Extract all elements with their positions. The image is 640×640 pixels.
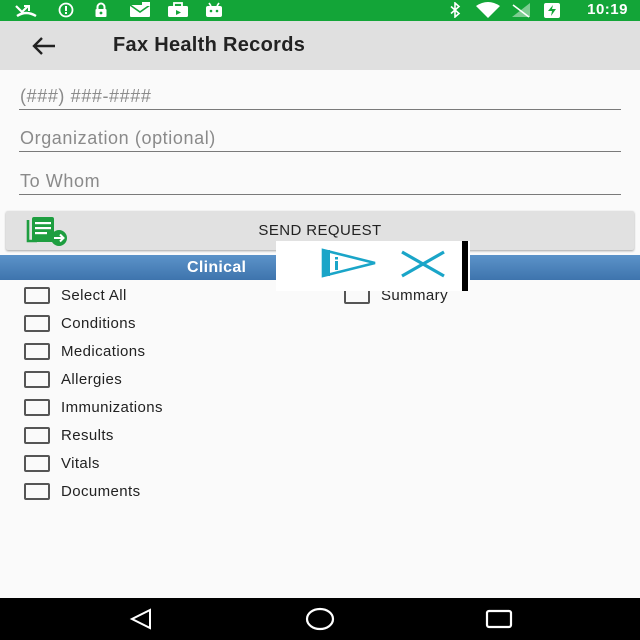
toolbar: Fax Health Records [0,21,640,70]
checkbox-label: Conditions [61,314,136,332]
battery-charging-icon [542,2,562,18]
no-signal-icon [510,2,532,18]
page-title: Fax Health Records [113,34,306,56]
checkbox-vitals[interactable]: Vitals [24,452,100,474]
checkbox-box[interactable] [24,482,50,500]
checkbox-label: Results [61,426,114,444]
checkbox-box[interactable] [24,370,50,388]
checkbox-label: Immunizations [61,398,163,416]
checkbox-allergies[interactable]: Allergies [24,368,122,390]
back-button[interactable] [24,31,64,61]
to-whom-input[interactable] [19,169,621,195]
status-time: 10:19 [587,1,628,18]
lock-icon [92,2,110,18]
checkbox-documents[interactable]: Documents [24,480,140,502]
fax-number-input[interactable] [19,84,621,110]
checkbox-box[interactable] [24,286,50,304]
missed-call-icon [14,2,40,18]
back-arrow-icon [31,36,57,56]
checkbox-label: Select All [61,286,127,304]
checkbox-select-all[interactable]: Select All [24,284,127,306]
wifi-icon [474,2,502,18]
nav-back-button[interactable] [111,604,171,634]
checkbox-label: Documents [61,482,141,500]
status-bar: 10:19 [0,0,640,21]
checkbox-box[interactable] [24,342,50,360]
checkbox-immunizations[interactable]: Immunizations [24,396,163,418]
mail-icon [128,2,152,18]
send-request-label: SEND REQUEST [258,222,382,239]
nav-home-button[interactable] [290,604,350,634]
bluetooth-icon [447,2,463,18]
ad-choices-icon[interactable] [319,247,381,281]
checkbox-results[interactable]: Results [24,424,114,446]
checkbox-medications[interactable]: Medications [24,340,145,362]
checkbox-label: Medications [61,342,146,360]
home-circle-icon [305,606,335,632]
checkbox-conditions[interactable]: Conditions [24,312,136,334]
organization-input[interactable] [19,126,621,152]
system-nav-bar [0,598,640,640]
checkbox-box[interactable] [24,398,50,416]
checkbox-box[interactable] [24,454,50,472]
sync-icon [56,2,76,18]
nav-recents-button[interactable] [469,604,529,634]
briefcase-icon [166,2,190,18]
checkbox-box[interactable] [24,314,50,332]
ad-divider [462,241,468,291]
app-screen: 10:19 Fax Health Records SEND REQUEST [0,0,640,640]
checkbox-label: Allergies [61,370,123,388]
android-icon [204,2,224,18]
section-title: Clinical [187,259,247,276]
recents-square-icon [485,609,513,629]
checkbox-label: Vitals [61,454,100,472]
back-triangle-icon [128,608,154,630]
checkbox-box[interactable] [24,426,50,444]
ad-overlay [276,241,470,291]
close-icon[interactable] [398,247,448,281]
